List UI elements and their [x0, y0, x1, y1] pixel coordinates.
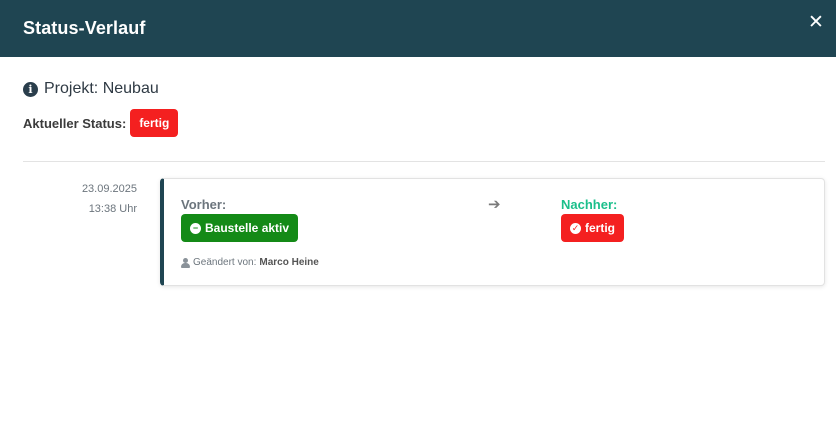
modal-header: Status-Verlauf ✕ — [0, 0, 836, 57]
before-status-text: Baustelle aktiv — [205, 221, 290, 235]
check-circle-icon: ✓ — [570, 222, 581, 234]
current-status-label: Aktueller Status: — [23, 115, 127, 131]
close-icon[interactable]: ✕ — [808, 13, 824, 32]
before-label: Vorher: — [181, 197, 227, 212]
current-status: Aktueller Status: fertig — [23, 109, 179, 137]
arrow-right-icon: ➔ — [488, 196, 501, 213]
info-icon: i — [23, 81, 38, 97]
before-status-badge: − Baustelle aktiv — [181, 214, 299, 242]
project-name: Projekt: Neubau — [44, 80, 159, 97]
minus-circle-icon: − — [190, 222, 201, 234]
changed-by-label: Geändert von: — [193, 257, 257, 268]
changed-by: Geändert von: Marco Heine — [181, 257, 319, 268]
current-status-badge: fertig — [130, 109, 179, 137]
entry-time: 13:38 Uhr — [88, 203, 137, 215]
changed-by-name: Marco Heine — [259, 257, 319, 268]
project-line: i Projekt: Neubau — [23, 80, 159, 98]
status-history-modal: Status-Verlauf ✕ i Projekt: Neubau Aktue… — [0, 0, 836, 426]
entry-date: 23.09.2025 — [81, 183, 137, 195]
after-status-badge: ✓ fertig — [561, 214, 624, 242]
modal-title: Status-Verlauf — [23, 18, 146, 38]
history-entry-card: Vorher: ➔ Nachher: − Baustelle aktiv ✓ f… — [160, 178, 825, 286]
after-status-text: fertig — [585, 221, 615, 235]
user-icon — [181, 257, 190, 268]
divider — [23, 161, 825, 162]
after-label: Nachher: — [561, 197, 618, 212]
